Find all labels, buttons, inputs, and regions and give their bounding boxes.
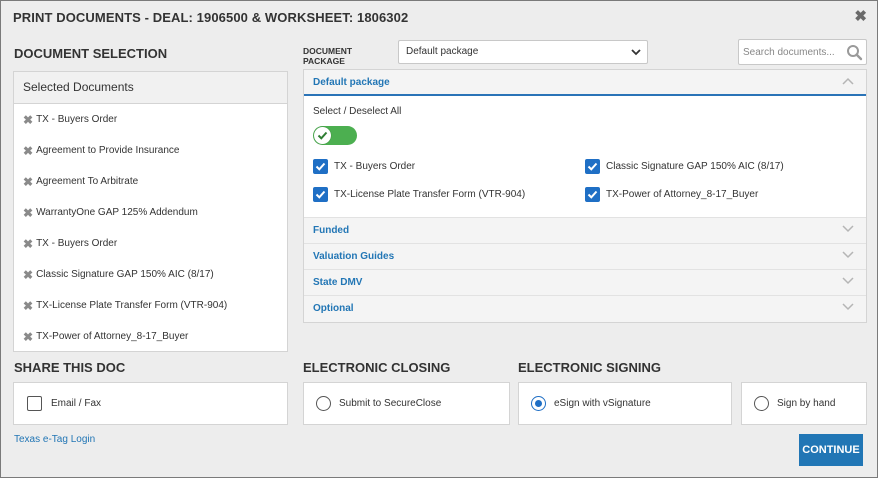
document-selection-heading: DOCUMENT SELECTION bbox=[14, 46, 168, 61]
secureclose-option[interactable]: Submit to SecureClose bbox=[303, 382, 510, 425]
document-name: Agreement To Arbitrate bbox=[36, 176, 139, 187]
texas-etag-login-link[interactable]: Texas e-Tag Login bbox=[14, 434, 95, 445]
document-name: TX-License Plate Transfer Form (VTR-904) bbox=[36, 300, 228, 311]
document-name: TX-Power of Attorney_8-17_Buyer bbox=[36, 331, 189, 342]
checkbox-label: TX-License Plate Transfer Form (VTR-904) bbox=[334, 189, 526, 200]
checkbox-checked-icon[interactable] bbox=[585, 159, 600, 174]
search-icon[interactable] bbox=[846, 44, 863, 61]
select-all-label: Select / Deselect All bbox=[313, 106, 402, 117]
esign-option[interactable]: eSign with vSignature bbox=[518, 382, 732, 425]
email-fax-label: Email / Fax bbox=[51, 398, 102, 409]
list-item: ✖ TX - Buyers Order bbox=[14, 228, 287, 259]
sign-by-hand-radio[interactable] bbox=[754, 396, 769, 411]
search-box bbox=[738, 39, 867, 65]
secureclose-radio[interactable] bbox=[316, 396, 331, 411]
list-item: ✖ TX-Power of Attorney_8-17_Buyer bbox=[14, 321, 287, 352]
document-checkbox-row[interactable]: TX-Power of Attorney_8-17_Buyer bbox=[585, 187, 758, 202]
document-name: WarrantyOne GAP 125% Addendum bbox=[36, 207, 198, 218]
document-checkbox-row[interactable]: TX - Buyers Order bbox=[313, 159, 415, 174]
electronic-closing-heading: ELECTRONIC CLOSING bbox=[303, 360, 451, 375]
accordion-body-default-package: Select / Deselect All TX - Buyers Order … bbox=[304, 96, 866, 218]
accordion-title: Default package bbox=[313, 77, 390, 88]
list-item: ✖ Agreement To Arbitrate bbox=[14, 166, 287, 197]
accordion-header-valuation-guides[interactable]: Valuation Guides bbox=[304, 244, 866, 270]
remove-icon[interactable]: ✖ bbox=[23, 207, 33, 219]
continue-button[interactable]: CONTINUE bbox=[799, 434, 863, 466]
remove-icon[interactable]: ✖ bbox=[23, 238, 33, 250]
selected-documents-header: Selected Documents bbox=[14, 72, 287, 104]
email-fax-checkbox[interactable] bbox=[27, 396, 42, 411]
document-name: Classic Signature GAP 150% AIC (8/17) bbox=[36, 269, 214, 280]
chevron-down-icon bbox=[842, 225, 854, 233]
remove-icon[interactable]: ✖ bbox=[23, 269, 33, 281]
accordion-title: State DMV bbox=[313, 277, 363, 288]
document-package-label: DOCUMENT PACKAGE bbox=[303, 46, 352, 66]
remove-icon[interactable]: ✖ bbox=[23, 145, 33, 157]
list-item: ✖ TX-License Plate Transfer Form (VTR-904… bbox=[14, 290, 287, 321]
document-checkbox-row[interactable]: TX-License Plate Transfer Form (VTR-904) bbox=[313, 187, 525, 202]
document-package-select[interactable]: Default package bbox=[398, 40, 648, 64]
accordion-header-funded[interactable]: Funded bbox=[304, 218, 866, 244]
chevron-down-icon bbox=[842, 277, 854, 285]
accordion-title: Optional bbox=[313, 303, 354, 314]
checkbox-label: TX - Buyers Order bbox=[334, 161, 416, 172]
toggle-knob bbox=[314, 127, 331, 144]
list-item: ✖ Classic Signature GAP 150% AIC (8/17) bbox=[14, 259, 287, 290]
sign-by-hand-option[interactable]: Sign by hand bbox=[741, 382, 867, 425]
accordion-header-default-package[interactable]: Default package bbox=[304, 70, 866, 96]
email-fax-option[interactable]: Email / Fax bbox=[13, 382, 288, 425]
chevron-down-icon bbox=[842, 251, 854, 259]
chevron-down-icon bbox=[842, 303, 854, 311]
search-input[interactable] bbox=[739, 40, 843, 64]
document-name: TX - Buyers Order bbox=[36, 238, 118, 249]
checkbox-checked-icon[interactable] bbox=[313, 159, 328, 174]
accordion-header-optional[interactable]: Optional bbox=[304, 296, 866, 322]
accordion-title: Valuation Guides bbox=[313, 251, 395, 262]
remove-icon[interactable]: ✖ bbox=[23, 300, 33, 312]
chevron-down-icon bbox=[631, 49, 641, 56]
secureclose-label: Submit to SecureClose bbox=[339, 398, 442, 409]
remove-icon[interactable]: ✖ bbox=[23, 114, 33, 126]
accordion-header-state-dmv[interactable]: State DMV bbox=[304, 270, 866, 296]
esign-label: eSign with vSignature bbox=[554, 398, 651, 409]
checkbox-checked-icon[interactable] bbox=[585, 187, 600, 202]
remove-icon[interactable]: ✖ bbox=[23, 176, 33, 188]
list-item: ✖ WarrantyOne GAP 125% Addendum bbox=[14, 197, 287, 228]
select-all-toggle[interactable] bbox=[313, 126, 357, 145]
checkbox-label: TX-Power of Attorney_8-17_Buyer bbox=[606, 189, 759, 200]
list-item: ✖ TX - Buyers Order bbox=[14, 104, 287, 135]
close-icon[interactable]: ✖ bbox=[854, 7, 867, 25]
document-name: Agreement to Provide Insurance bbox=[36, 145, 180, 156]
document-package-label-line1: DOCUMENT bbox=[303, 46, 353, 56]
share-this-doc-heading: SHARE THIS DOC bbox=[14, 360, 126, 375]
document-package-accordion: Default package Select / Deselect All TX… bbox=[303, 69, 867, 323]
check-icon bbox=[317, 131, 328, 140]
accordion-title: Funded bbox=[313, 225, 350, 236]
esign-radio[interactable] bbox=[531, 396, 546, 411]
sign-by-hand-label: Sign by hand bbox=[777, 398, 836, 409]
document-package-label-line2: PACKAGE bbox=[303, 56, 345, 66]
print-documents-dialog: PRINT DOCUMENTS - DEAL: 1906500 & WORKSH… bbox=[0, 0, 878, 478]
remove-icon[interactable]: ✖ bbox=[23, 331, 33, 343]
electronic-signing-heading: ELECTRONIC SIGNING bbox=[518, 360, 662, 375]
document-checkbox-row[interactable]: Classic Signature GAP 150% AIC (8/17) bbox=[585, 159, 784, 174]
checkbox-label: Classic Signature GAP 150% AIC (8/17) bbox=[606, 161, 784, 172]
chevron-up-icon bbox=[842, 77, 854, 85]
checkbox-checked-icon[interactable] bbox=[313, 187, 328, 202]
selected-documents-list: Selected Documents ✖ TX - Buyers Order ✖ A… bbox=[13, 71, 288, 352]
list-item: ✖ Agreement to Provide Insurance bbox=[14, 135, 287, 166]
dialog-title: PRINT DOCUMENTS - DEAL: 1906500 & WORKSH… bbox=[13, 10, 409, 25]
document-name: TX - Buyers Order bbox=[36, 114, 118, 125]
document-package-value: Default package bbox=[406, 46, 479, 57]
